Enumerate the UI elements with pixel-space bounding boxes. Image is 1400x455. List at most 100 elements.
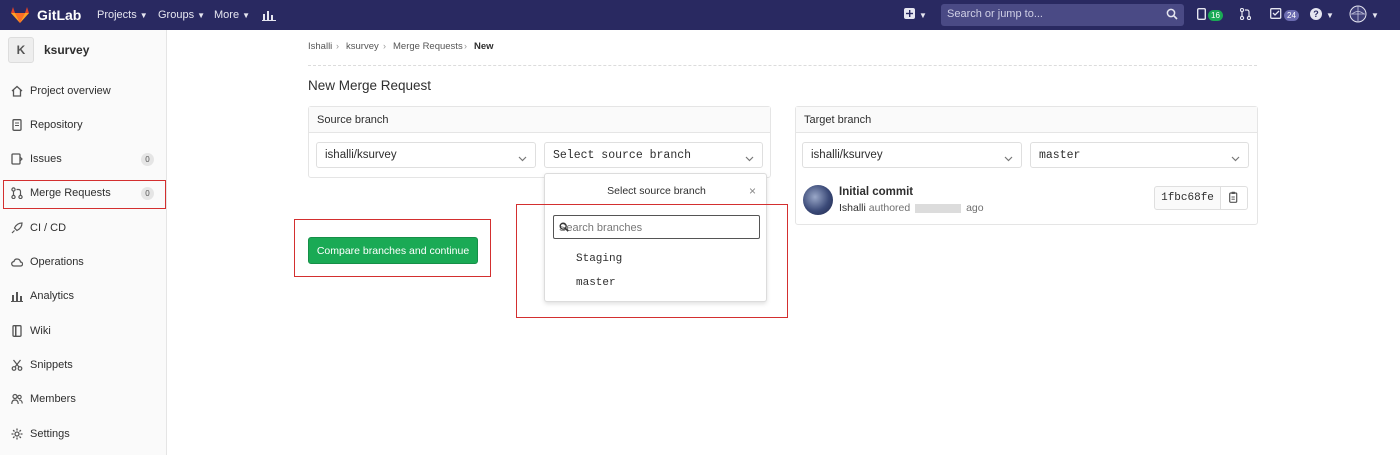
plus-square-icon: [904, 8, 915, 22]
chevron-down-icon: [1231, 151, 1240, 165]
commit-meta: Ishalli authored ago: [839, 202, 984, 214]
todo-icon: [1196, 7, 1206, 23]
doc-icon: [11, 119, 23, 131]
target-branch-heading: Target branch: [804, 114, 872, 126]
sidebar-item-label: CI / CD: [30, 222, 67, 234]
gitlab-logo-icon[interactable]: [10, 0, 32, 30]
sidebar-item-project-overview[interactable]: Project overview: [0, 76, 166, 106]
breadcrumb-separator-icon: ›: [464, 41, 467, 51]
breadcrumb-current[interactable]: New: [474, 41, 494, 52]
sidebar-item-operations[interactable]: Operations: [0, 247, 166, 277]
chevron-down-icon: ▼: [197, 10, 205, 20]
breadcrumb-item[interactable]: Merge Requests: [393, 41, 463, 52]
activity-chart-icon[interactable]: [262, 0, 276, 30]
nav-groups-label: Groups: [158, 9, 195, 21]
dropdown-title: Select source branch: [607, 185, 706, 197]
source-project-select[interactable]: ishalli/ksurvey: [316, 142, 536, 168]
merge-request-icon: [1239, 7, 1252, 23]
sidebar-item-label: Settings: [30, 428, 70, 440]
todos-count-badge: 16: [1208, 9, 1223, 21]
commit-title[interactable]: Initial commit: [839, 186, 913, 198]
breadcrumb-item[interactable]: Ishalli: [308, 41, 332, 52]
issues-count-badge: 24: [1284, 9, 1299, 21]
help-icon: ?: [1310, 7, 1322, 23]
chevron-down-icon: ▼: [139, 10, 148, 20]
nav-groups[interactable]: Groups ▼: [158, 0, 205, 30]
target-project-value: ishalli/ksurvey: [811, 149, 883, 161]
nav-more[interactable]: More ▼: [214, 0, 250, 30]
issues-nav-link[interactable]: 24: [1270, 0, 1299, 30]
cloud-icon: [11, 256, 24, 268]
checklist-icon: [1270, 8, 1282, 22]
home-icon: [11, 85, 23, 97]
source-branch-select[interactable]: Select source branch: [544, 142, 763, 168]
project-header[interactable]: K ksurvey: [0, 30, 166, 70]
sidebar-item-ci-cd[interactable]: CI / CD: [0, 213, 166, 243]
book-icon: [11, 325, 23, 337]
user-menu-dropdown[interactable]: ▼: [1349, 0, 1379, 30]
sidebar-item-label: Operations: [30, 256, 84, 268]
sidebar-item-label: Analytics: [30, 290, 75, 302]
authored-word: authored: [868, 202, 911, 214]
chevron-down-icon: ▼: [1326, 10, 1334, 20]
redacted-timestamp: [915, 203, 962, 213]
nav-more-label: More: [214, 9, 240, 21]
sidebar-item-snippets[interactable]: Snippets: [0, 350, 166, 380]
help-dropdown[interactable]: ? ▼: [1310, 0, 1334, 30]
sidebar-item-members[interactable]: Members: [0, 384, 166, 414]
copy-sha-button[interactable]: [1220, 186, 1248, 210]
sidebar-item-label: Issues: [30, 153, 62, 165]
chevron-down-icon: [745, 151, 754, 165]
sidebar-item-settings[interactable]: Settings: [0, 419, 166, 449]
chart-icon: [11, 290, 23, 302]
clipboard-icon: [1229, 191, 1239, 206]
commit-author[interactable]: Ishalli: [839, 202, 866, 214]
project-avatar: K: [8, 37, 34, 63]
divider: [308, 65, 1257, 66]
chevron-down-icon: ▼: [919, 10, 927, 20]
sidebar-item-analytics[interactable]: Analytics: [0, 281, 166, 311]
breadcrumb-item[interactable]: ksurvey: [346, 41, 379, 52]
target-branch-value: master: [1039, 149, 1081, 162]
users-icon: [11, 393, 23, 405]
issues-icon: [11, 153, 23, 165]
author-avatar[interactable]: [803, 185, 833, 215]
nav-projects-label: Projects: [97, 9, 137, 21]
highlight-box-compare-button: [294, 219, 491, 277]
search-icon: [1166, 8, 1178, 23]
sidebar-item-label: Members: [30, 393, 76, 405]
sidebar-item-label: Snippets: [30, 359, 73, 371]
project-name: ksurvey: [44, 43, 90, 57]
new-item-dropdown[interactable]: ▼: [904, 0, 927, 30]
breadcrumb-separator-icon: ›: [336, 41, 339, 51]
user-avatar-icon: [1349, 5, 1367, 26]
highlight-box-dropdown: [516, 204, 788, 318]
chevron-down-icon: [518, 151, 527, 165]
source-branch-header: Source branch: [309, 107, 770, 133]
target-project-select[interactable]: ishalli/ksurvey: [802, 142, 1022, 168]
commit-row: Initial commit Ishalli authored ago 1fbc…: [795, 180, 1257, 224]
highlight-box-sidebar: [3, 180, 166, 209]
brand-name[interactable]: GitLab: [37, 0, 81, 30]
close-icon[interactable]: ×: [749, 184, 756, 198]
sidebar-item-wiki[interactable]: Wiki: [0, 316, 166, 346]
chevron-down-icon: [1004, 151, 1013, 165]
nav-projects[interactable]: Projects ▼: [97, 0, 148, 30]
sidebar-item-issues[interactable]: Issues 0: [0, 144, 166, 174]
gear-icon: [11, 428, 23, 440]
merge-requests-nav-link[interactable]: [1239, 0, 1252, 30]
todos-link[interactable]: 16: [1196, 0, 1223, 30]
commit-sha[interactable]: 1fbc68fe: [1154, 186, 1221, 210]
scissors-icon: [11, 359, 23, 371]
source-branch-heading: Source branch: [317, 114, 389, 126]
source-project-value: ishalli/ksurvey: [325, 149, 397, 161]
ago-word: ago: [966, 202, 984, 214]
page-title: New Merge Request: [308, 78, 432, 93]
sidebar-item-label: Wiki: [30, 325, 51, 337]
target-branch-header: Target branch: [796, 107, 1257, 133]
breadcrumb-separator-icon: ›: [383, 41, 386, 51]
target-branch-select[interactable]: master: [1030, 142, 1249, 168]
svg-text:?: ?: [1313, 9, 1319, 19]
global-search-input[interactable]: Search or jump to...: [941, 4, 1184, 26]
sidebar-item-repository[interactable]: Repository: [0, 110, 166, 140]
